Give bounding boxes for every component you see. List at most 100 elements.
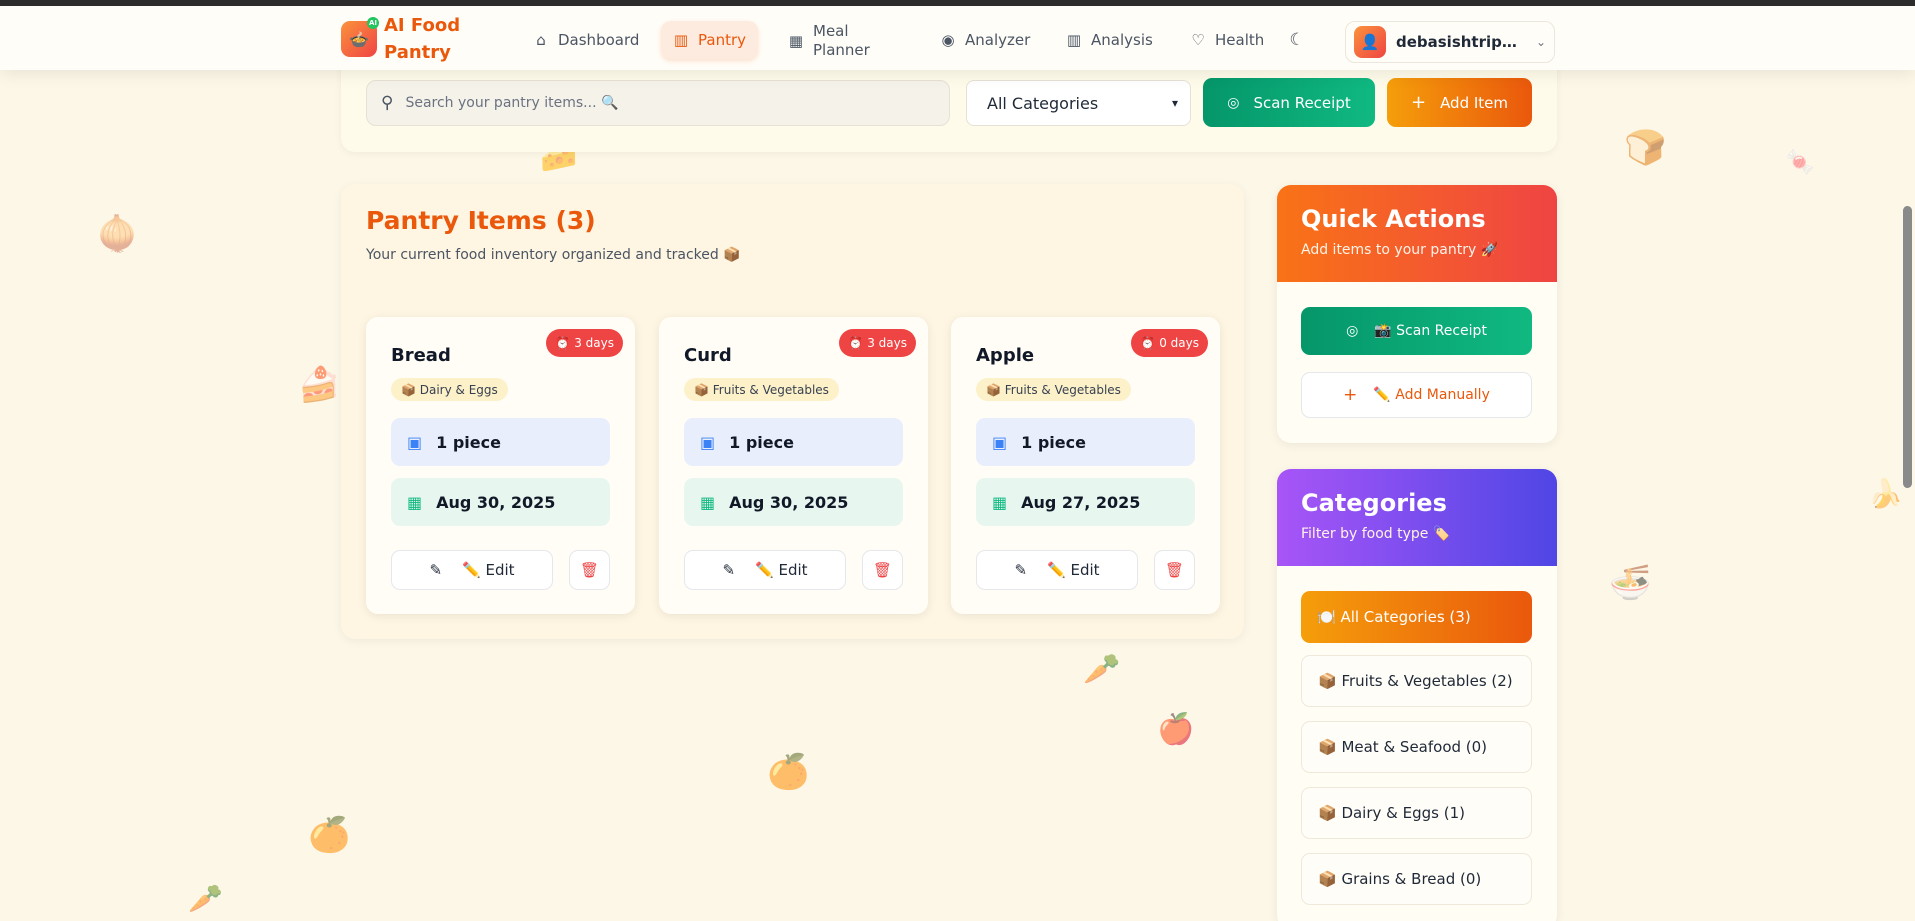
item-quantity: 1 piece	[436, 432, 501, 452]
camera-icon: ◎	[1227, 94, 1240, 111]
edit-button[interactable]: ✎ ✏️ Edit	[976, 550, 1138, 590]
app-title[interactable]: AI Food Pantry	[384, 12, 464, 66]
category-filter-grains-bread[interactable]: 📦 Grains & Bread (0)	[1301, 853, 1532, 905]
quick-actions-title: Quick Actions	[1301, 205, 1486, 233]
plus-icon: +	[1410, 92, 1427, 113]
expiry-days: 0 days	[1159, 336, 1199, 350]
alarm-icon: ⏰	[1140, 336, 1156, 350]
onion-decoration-icon: 🧅	[96, 214, 139, 254]
item-expiry-date: Aug 30, 2025	[729, 492, 849, 512]
camera-icon: ◉	[941, 31, 955, 49]
category-filter-meat-seafood[interactable]: 📦 Meat & Seafood (0)	[1301, 721, 1532, 773]
calendar-icon: ▦	[407, 492, 423, 512]
user-menu[interactable]: 👤 debasishtripath... ⌄	[1345, 21, 1555, 63]
item-quantity: 1 piece	[729, 432, 794, 452]
expiry-badge: ⏰ 3 days	[546, 329, 623, 357]
nav-label: Meal Planner	[813, 22, 870, 59]
edit-label: ✏️ Edit	[1047, 561, 1100, 579]
edit-label: ✏️ Edit	[462, 561, 515, 579]
quick-scan-label: 📸 Scan Receipt	[1374, 323, 1487, 339]
nav-dashboard[interactable]: ⌂ Dashboard	[521, 21, 651, 59]
bar-chart-icon: ▥	[673, 31, 689, 49]
ai-badge: AI	[367, 17, 379, 29]
banana-decoration-icon: 🍌	[1868, 477, 1903, 510]
carrot-decoration-icon: 🥕	[188, 882, 223, 915]
categories-title: Categories	[1301, 489, 1447, 517]
add-item-label: Add Item	[1440, 93, 1509, 112]
alarm-icon: ⏰	[555, 336, 571, 350]
category-select-value: All Categories	[987, 93, 1099, 113]
calendar-icon: ▦	[992, 492, 1008, 512]
quantity-box: ▣ 1 piece	[391, 418, 610, 466]
top-navbar: 🍲 AI AI Food Pantry ⌂ Dashboard ▥ Pantry…	[0, 6, 1915, 70]
search-icon: ⚲	[381, 93, 394, 113]
category-select[interactable]: All Categories ▾	[966, 80, 1191, 126]
nav-pantry[interactable]: ▥ Pantry	[661, 21, 758, 59]
quick-scan-receipt-button[interactable]: ◎ 📸 Scan Receipt	[1301, 307, 1532, 355]
alarm-icon: ⏰	[848, 336, 864, 350]
search-field[interactable]: ⚲	[366, 80, 950, 126]
item-name: Apple	[976, 345, 1035, 366]
trash-icon[interactable]: 🗑	[1154, 550, 1195, 590]
ramen-decoration-icon: 🍜	[1609, 563, 1652, 603]
pencil-icon: ✎	[429, 561, 443, 579]
pencil-icon: ✎	[1014, 561, 1028, 579]
search-input[interactable]	[405, 95, 926, 111]
bar-chart-icon: ▥	[1066, 31, 1082, 49]
package-icon: ▣	[992, 432, 1008, 452]
moon-icon[interactable]: ☾	[1279, 22, 1315, 58]
edit-label: ✏️ Edit	[755, 561, 808, 579]
trash-icon[interactable]: 🗑	[862, 550, 903, 590]
chevron-down-icon: ▾	[1171, 96, 1178, 110]
categories-header: Categories Filter by food type 🏷️	[1277, 469, 1557, 566]
categories-subtitle: Filter by food type 🏷️	[1301, 526, 1451, 542]
pantry-item-card: Bread ⏰ 3 days 📦 Dairy & Eggs ▣ 1 piece ▦ A…	[366, 317, 635, 614]
package-icon: ▣	[700, 432, 716, 452]
item-name: Bread	[391, 345, 451, 366]
category-filter-all[interactable]: 🍽️ All Categories (3)	[1301, 591, 1532, 643]
page-scrollbar[interactable]	[1903, 206, 1912, 488]
quantity-box: ▣ 1 piece	[976, 418, 1195, 466]
nav-analyzer[interactable]: ◉ Analyzer	[928, 21, 1042, 59]
scan-receipt-label: Scan Receipt	[1253, 93, 1351, 112]
candy-decoration-icon: 🍬	[1785, 148, 1815, 176]
expiry-badge: ⏰ 3 days	[839, 329, 916, 357]
item-expiry-date: Aug 27, 2025	[1021, 492, 1141, 512]
expiry-date-box: ▦ Aug 27, 2025	[976, 478, 1195, 526]
nav-analysis[interactable]: ▥ Analysis	[1054, 21, 1165, 59]
category-tag: 📦 Fruits & Vegetables	[976, 378, 1131, 401]
apple-decoration-icon: 🍎	[1157, 712, 1195, 747]
orange-decoration-icon: 🍊	[767, 752, 810, 792]
expiry-days: 3 days	[574, 336, 614, 350]
camera-icon: ◎	[1346, 323, 1359, 339]
username: debasishtripath...	[1395, 33, 1526, 51]
user-avatar-icon: 👤	[1354, 26, 1386, 58]
quantity-box: ▣ 1 piece	[684, 418, 903, 466]
scan-receipt-button[interactable]: ◎ Scan Receipt	[1203, 78, 1375, 127]
calendar-icon: ▦	[700, 492, 716, 512]
pantry-subtitle: Your current food inventory organized an…	[366, 247, 741, 263]
plus-icon: +	[1343, 385, 1358, 405]
add-item-button[interactable]: + Add Item	[1387, 78, 1532, 127]
nav-health[interactable]: ♡ Health	[1178, 21, 1276, 59]
nav-label: Analyzer	[965, 31, 1031, 49]
chevron-down-icon: ⌄	[1535, 35, 1546, 49]
package-icon: ▣	[407, 432, 423, 452]
category-tag: 📦 Dairy & Eggs	[391, 378, 508, 401]
expiry-date-box: ▦ Aug 30, 2025	[684, 478, 903, 526]
pencil-icon: ✎	[722, 561, 736, 579]
nav-label: Pantry	[698, 31, 746, 49]
pantry-item-card: Curd ⏰ 3 days 📦 Fruits & Vegetables ▣ 1 pi…	[659, 317, 928, 614]
add-manually-button[interactable]: + ✏️ Add Manually	[1301, 372, 1532, 418]
quick-actions-panel: Quick Actions Add items to your pantry 🚀…	[1277, 185, 1557, 443]
edit-button[interactable]: ✎ ✏️ Edit	[391, 550, 553, 590]
pantry-item-card: Apple ⏰ 0 days 📦 Fruits & Vegetables ▣ 1 p…	[951, 317, 1220, 614]
edit-button[interactable]: ✎ ✏️ Edit	[684, 550, 846, 590]
category-filter-dairy-eggs[interactable]: 📦 Dairy & Eggs (1)	[1301, 787, 1532, 839]
carrot-decoration-icon: 🥕	[1083, 652, 1121, 687]
category-filter-fruits-vegetables[interactable]: 📦 Fruits & Vegetables (2)	[1301, 655, 1532, 707]
home-icon: ⌂	[536, 31, 546, 49]
quick-actions-header: Quick Actions Add items to your pantry 🚀	[1277, 185, 1557, 282]
trash-icon[interactable]: 🗑	[569, 550, 610, 590]
nav-meal-planner[interactable]: ▦ Meal Planner	[776, 18, 896, 64]
